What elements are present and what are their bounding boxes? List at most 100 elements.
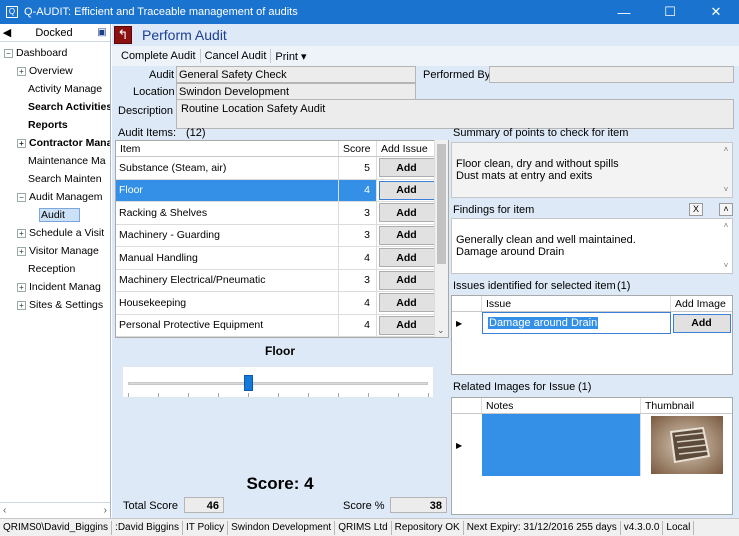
sidebar-item[interactable]: + Sites & Settings xyxy=(0,296,110,314)
sidebar-item[interactable]: + Schedule a Visit xyxy=(0,224,110,242)
issue-cell[interactable]: Damage around Drain xyxy=(482,312,671,334)
sidebar-item[interactable]: Search Mainten xyxy=(0,170,110,188)
scroll-up-icon[interactable]: ˄ xyxy=(724,144,729,156)
audit-item-score[interactable]: 5 xyxy=(339,157,377,179)
collapse-findings-button[interactable]: ˄ xyxy=(719,203,733,216)
scroll-down-icon[interactable]: ˅ xyxy=(724,184,729,196)
clear-findings-button[interactable]: X xyxy=(689,203,703,216)
audit-item-row[interactable]: Racking & Shelves 3 Add xyxy=(116,202,448,225)
add-issue-button[interactable]: Add xyxy=(378,225,435,245)
description-field[interactable]: Routine Location Safety Audit xyxy=(176,99,734,129)
audit-item-name[interactable]: Machinery - Guarding xyxy=(116,224,339,246)
audit-item-row[interactable]: Manual Handling 4 Add xyxy=(116,247,448,270)
sidebar-item[interactable]: − Audit Managem xyxy=(0,188,110,206)
audit-item-name[interactable]: Manual Handling xyxy=(116,247,339,269)
audit-item-name[interactable]: Personal Protective Equipment xyxy=(116,314,339,336)
cancel-audit-button[interactable]: Cancel Audit xyxy=(201,50,271,62)
performed-by-field[interactable] xyxy=(489,66,734,83)
scroll-left-icon[interactable]: ‹ xyxy=(3,505,6,516)
audit-item-name[interactable]: Housekeeping xyxy=(116,292,339,314)
sidebar-horizontal-scrollbar[interactable]: ‹ › xyxy=(0,502,110,518)
audit-item-row[interactable]: Housekeeping 4 Add xyxy=(116,292,448,315)
expand-icon[interactable]: + xyxy=(17,138,26,148)
column-header-add-image[interactable]: Add Image xyxy=(671,296,732,311)
column-header-item[interactable]: Item xyxy=(116,141,339,156)
add-issue-button[interactable]: Add xyxy=(378,180,435,200)
findings-text[interactable]: Generally clean and well maintained. Dam… xyxy=(451,218,733,274)
sidebar-item[interactable]: − Dashboard xyxy=(0,44,110,62)
sidebar-item[interactable]: + Overview xyxy=(0,62,110,80)
close-button[interactable]: ✕ xyxy=(693,0,739,24)
audit-item-row[interactable]: Machinery Electrical/Pneumatic 3 Add xyxy=(116,269,448,292)
column-header-add-issue[interactable]: Add Issue xyxy=(377,141,436,156)
scroll-down-icon[interactable]: ⌄ xyxy=(437,325,445,336)
scroll-down-icon[interactable]: ˅ xyxy=(724,260,729,272)
sidebar-item[interactable]: Activity Manage xyxy=(0,80,110,98)
print-menu-button[interactable]: Print ▾ xyxy=(271,50,310,63)
maximize-button[interactable]: ☐ xyxy=(647,0,693,24)
slider-track[interactable] xyxy=(128,382,428,385)
issue-row[interactable]: ▶ Damage around Drain Add xyxy=(452,312,732,334)
expand-icon[interactable]: + xyxy=(17,228,26,238)
pin-icon[interactable]: ▣ xyxy=(94,27,110,38)
audit-item-score[interactable]: 4 xyxy=(339,314,377,336)
audit-item-score[interactable]: 4 xyxy=(339,247,377,269)
sidebar-item[interactable]: Maintenance Ma xyxy=(0,152,110,170)
expand-icon[interactable]: + xyxy=(17,300,26,310)
sidebar-item[interactable]: Reports xyxy=(0,116,110,134)
audit-field[interactable]: General Safety Check xyxy=(176,66,416,83)
audit-item-row[interactable]: Floor 4 Add xyxy=(116,179,448,202)
sidebar-item[interactable]: Audit xyxy=(0,206,110,224)
expand-icon[interactable]: + xyxy=(17,66,26,76)
add-issue-button[interactable]: Add xyxy=(378,270,435,290)
collapse-icon[interactable]: − xyxy=(17,192,26,202)
scroll-right-icon[interactable]: › xyxy=(104,505,107,516)
expand-icon[interactable]: + xyxy=(17,246,26,256)
audit-item-score[interactable]: 4 xyxy=(339,179,377,201)
add-image-button[interactable]: Add xyxy=(672,313,731,333)
audit-items-scrollbar[interactable]: ⌄ xyxy=(434,140,448,337)
add-issue-button[interactable]: Add xyxy=(378,158,435,178)
column-header-score[interactable]: Score xyxy=(339,141,377,156)
image-thumbnail-cell[interactable] xyxy=(641,414,732,476)
audit-item-score[interactable]: 3 xyxy=(339,202,377,224)
drain-photo-thumbnail[interactable] xyxy=(650,416,723,474)
scroll-up-icon[interactable]: ˄ xyxy=(724,220,729,232)
image-notes-cell[interactable] xyxy=(482,414,641,476)
collapse-arrow-icon[interactable]: ◀ xyxy=(0,26,14,39)
add-issue-button[interactable]: Add xyxy=(378,203,435,223)
column-header-notes[interactable]: Notes xyxy=(482,398,641,413)
sidebar-item[interactable]: + Contractor Mana xyxy=(0,134,110,152)
sidebar-item[interactable]: Reception xyxy=(0,260,110,278)
issue-text[interactable]: Damage around Drain xyxy=(488,317,599,329)
back-arrow-icon[interactable]: ↰ xyxy=(114,26,132,44)
audit-item-score[interactable]: 3 xyxy=(339,224,377,246)
complete-audit-button[interactable]: Complete Audit xyxy=(117,50,200,62)
location-field[interactable]: Swindon Development xyxy=(176,83,416,100)
column-header-issue[interactable]: Issue xyxy=(482,296,671,311)
expand-icon[interactable]: + xyxy=(17,282,26,292)
minimize-button[interactable]: — xyxy=(601,0,647,24)
summary-scrollbar[interactable]: ˄ ˅ xyxy=(721,144,731,196)
image-row[interactable]: ▶ xyxy=(452,414,732,476)
score-slider[interactable] xyxy=(122,366,434,398)
add-issue-button[interactable]: Add xyxy=(378,315,435,335)
findings-content[interactable]: Generally clean and well maintained. Dam… xyxy=(456,234,636,258)
audit-item-name[interactable]: Racking & Shelves xyxy=(116,202,339,224)
audit-item-score[interactable]: 4 xyxy=(339,292,377,314)
sidebar-item[interactable]: Search Activities xyxy=(0,98,110,116)
audit-item-row[interactable]: Personal Protective Equipment 4 Add xyxy=(116,314,448,337)
audit-item-name[interactable]: Machinery Electrical/Pneumatic xyxy=(116,269,339,291)
column-header-thumbnail[interactable]: Thumbnail xyxy=(641,398,732,413)
sidebar-item[interactable]: + Incident Manag xyxy=(0,278,110,296)
sidebar-item[interactable]: + Visitor Manage xyxy=(0,242,110,260)
audit-item-row[interactable]: Substance (Steam, air) 5 Add xyxy=(116,157,448,180)
audit-item-name[interactable]: Substance (Steam, air) xyxy=(116,157,339,179)
audit-item-row[interactable]: Machinery - Guarding 3 Add xyxy=(116,224,448,247)
collapse-icon[interactable]: − xyxy=(4,48,13,58)
scrollbar-thumb[interactable] xyxy=(437,144,446,264)
slider-thumb[interactable] xyxy=(244,375,253,391)
audit-item-score[interactable]: 3 xyxy=(339,269,377,291)
add-issue-button[interactable]: Add xyxy=(378,293,435,313)
add-issue-button[interactable]: Add xyxy=(378,248,435,268)
